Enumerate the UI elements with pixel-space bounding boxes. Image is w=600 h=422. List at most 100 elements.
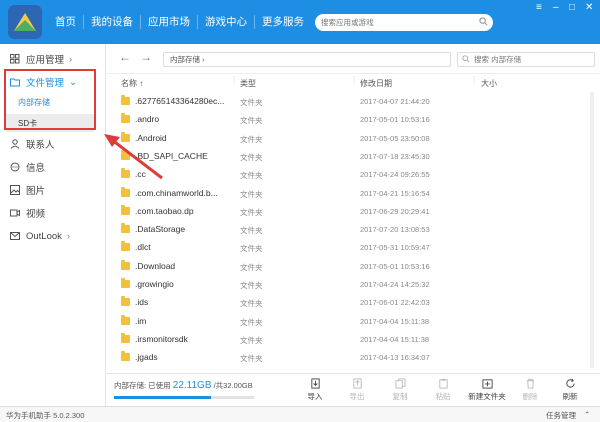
storage-label: 内部存储: 已使用: [114, 381, 173, 390]
table-row[interactable]: .dlct 文件夹 2017-05-31 10:59:47: [107, 238, 600, 256]
file-search-input[interactable]: [458, 55, 576, 64]
table-row[interactable]: .Android 文件夹 2017-05-05 23:50:08: [107, 129, 600, 147]
status-bar: 华为手机助手 5.0.2.300 任务管理 ⌃: [0, 406, 600, 422]
folder-icon: [121, 314, 130, 325]
chevron-right-icon: ›: [69, 53, 73, 65]
column-date[interactable]: 修改日期: [360, 78, 392, 89]
export-label: 导出: [349, 392, 365, 401]
table-row[interactable]: .com.chinamworld.b... 文件夹 2017-04-21 15:16…: [107, 184, 600, 202]
file-type: 文件夹: [240, 152, 263, 162]
import-button[interactable]: 导入: [293, 378, 337, 402]
table-row[interactable]: .com.taobao.dp 文件夹 2017-06-29 20:29:41: [107, 202, 600, 220]
chevron-up-icon[interactable]: ⌃: [584, 410, 590, 419]
copy-icon: [394, 378, 406, 389]
file-date: 2017-06-29 20:29:41: [360, 206, 430, 216]
column-name[interactable]: 名称 ↑: [121, 78, 143, 89]
refresh-button[interactable]: 刷新: [548, 378, 592, 402]
new-folder-button[interactable]: 新建文件夹: [463, 378, 511, 402]
table-row[interactable]: .andro 文件夹 2017-05-01 10:53:16: [107, 110, 600, 128]
file-date: 2017-06-01 22:42:03: [360, 298, 430, 308]
task-manager-link[interactable]: 任务管理: [546, 410, 576, 421]
person-icon: [10, 139, 20, 149]
sidebar-item-outlook[interactable]: OutLook ›: [0, 225, 106, 247]
refresh-icon: [565, 378, 575, 388]
nav-my-device[interactable]: 我的设备: [83, 15, 140, 29]
sidebar-item-pictures[interactable]: 图片: [0, 179, 106, 201]
table-row[interactable]: .irsmonitorsdk 文件夹 2017-04-04 15:11:38: [107, 330, 600, 348]
minimize-icon[interactable]: –: [553, 3, 559, 13]
paste-icon: [438, 378, 448, 389]
file-date: 2017-05-01 10:53:16: [360, 261, 430, 271]
forward-arrow-icon[interactable]: →: [140, 50, 152, 64]
message-icon: [10, 162, 20, 172]
nav-more-services[interactable]: 更多服务: [254, 15, 311, 29]
column-type[interactable]: 类型: [240, 78, 256, 89]
export-button[interactable]: 导出: [335, 378, 379, 402]
file-date: 2017-04-04 15:11:38: [360, 334, 430, 344]
file-type: 文件夹: [240, 207, 263, 217]
import-icon: [310, 378, 320, 389]
table-row[interactable]: .cc 文件夹 2017-04-24 09:26:55: [107, 165, 600, 183]
file-name: .jgads: [135, 352, 158, 363]
file-type: 文件夹: [240, 98, 263, 107]
file-type: 文件夹: [240, 134, 263, 144]
table-row[interactable]: .ids 文件夹 2017-06-01 22:42:03: [107, 293, 600, 311]
sidebar-item-label: 应用管理: [26, 55, 65, 66]
table-row[interactable]: .BD_SAPI_CACHE 文件夹 2017-07-18 23:45:30: [107, 147, 600, 165]
file-name: .627765143364280ec...: [135, 96, 225, 106]
nav-game-center[interactable]: 游戏中心: [197, 15, 254, 29]
folder-icon: [121, 332, 130, 343]
file-date: 2017-04-21 15:16:54: [360, 188, 430, 198]
delete-icon: [526, 378, 534, 389]
folder-icon: [121, 204, 130, 215]
menu-icon[interactable]: ≡: [536, 3, 542, 13]
bottom-action-bar: 内部存储: 已使用 22.11GB /共32.00GB 导入 导出 复制 粘贴 …: [107, 373, 600, 406]
table-row[interactable]: .627765143364280ec... 文件夹 2017-04-07 21:44…: [107, 92, 600, 110]
breadcrumb[interactable]: 内部存储 ›: [163, 52, 451, 67]
file-name: .Download: [135, 260, 176, 271]
copy-button[interactable]: 复制: [378, 378, 422, 402]
search-icon[interactable]: [479, 17, 488, 28]
sidebar-item-app-management[interactable]: 应用管理 ›: [0, 48, 106, 70]
file-name: .com.taobao.dp: [135, 205, 194, 216]
delete-button[interactable]: 删除: [508, 378, 552, 402]
paste-button[interactable]: 粘贴: [421, 378, 465, 402]
table-row[interactable]: .Download 文件夹 2017-05-01 10:53:16: [107, 257, 600, 275]
file-name: .com.chinamworld.b...: [135, 187, 218, 198]
file-search-box: [457, 52, 595, 67]
close-icon[interactable]: ✕: [585, 3, 593, 13]
nav-home[interactable]: 首页: [48, 15, 83, 29]
file-type: 文件夹: [240, 299, 263, 309]
table-row[interactable]: .DataStorage 文件夹 2017-07-20 13:08:53: [107, 220, 600, 238]
column-size[interactable]: 大小: [481, 78, 497, 89]
app-search-input[interactable]: [315, 18, 463, 27]
file-type: 文件夹: [240, 317, 263, 327]
folder-icon: [121, 149, 130, 160]
sidebar-item-contacts[interactable]: 联系人: [0, 133, 106, 155]
file-date: 2017-04-13 16:34:07: [360, 353, 430, 363]
back-arrow-icon[interactable]: ←: [119, 50, 131, 64]
folder-icon: [121, 223, 130, 234]
file-name: .DataStorage: [135, 224, 186, 235]
table-row[interactable]: .growingio 文件夹 2017-04-24 14:25:32: [107, 275, 600, 293]
file-name: .growingio: [135, 279, 174, 289]
file-name: .dlct: [135, 242, 151, 253]
column-divider: |: [353, 75, 356, 84]
folder-icon: [121, 186, 130, 197]
file-type: 文件夹: [240, 262, 263, 272]
app-logo[interactable]: [8, 5, 42, 39]
maximize-icon[interactable]: □: [569, 3, 575, 13]
image-icon: [10, 185, 20, 195]
file-type: 文件夹: [240, 171, 263, 181]
file-date: 2017-07-20 13:08:53: [360, 225, 430, 235]
chevron-right-icon: ›: [66, 230, 71, 242]
table-row[interactable]: .jgads 文件夹 2017-04-13 16:34:07: [107, 348, 600, 366]
scrollbar[interactable]: [590, 92, 594, 368]
sidebar-item-videos[interactable]: 视频: [0, 202, 106, 224]
sidebar-item-messages[interactable]: 信息: [0, 156, 106, 178]
table-row[interactable]: .im 文件夹 2017-04-04 15:11:38: [107, 312, 600, 330]
nav-app-market[interactable]: 应用市场: [140, 15, 197, 29]
highlight-annotation-box: [4, 69, 96, 130]
file-name: .ids: [135, 297, 149, 308]
folder-icon: [121, 113, 130, 124]
